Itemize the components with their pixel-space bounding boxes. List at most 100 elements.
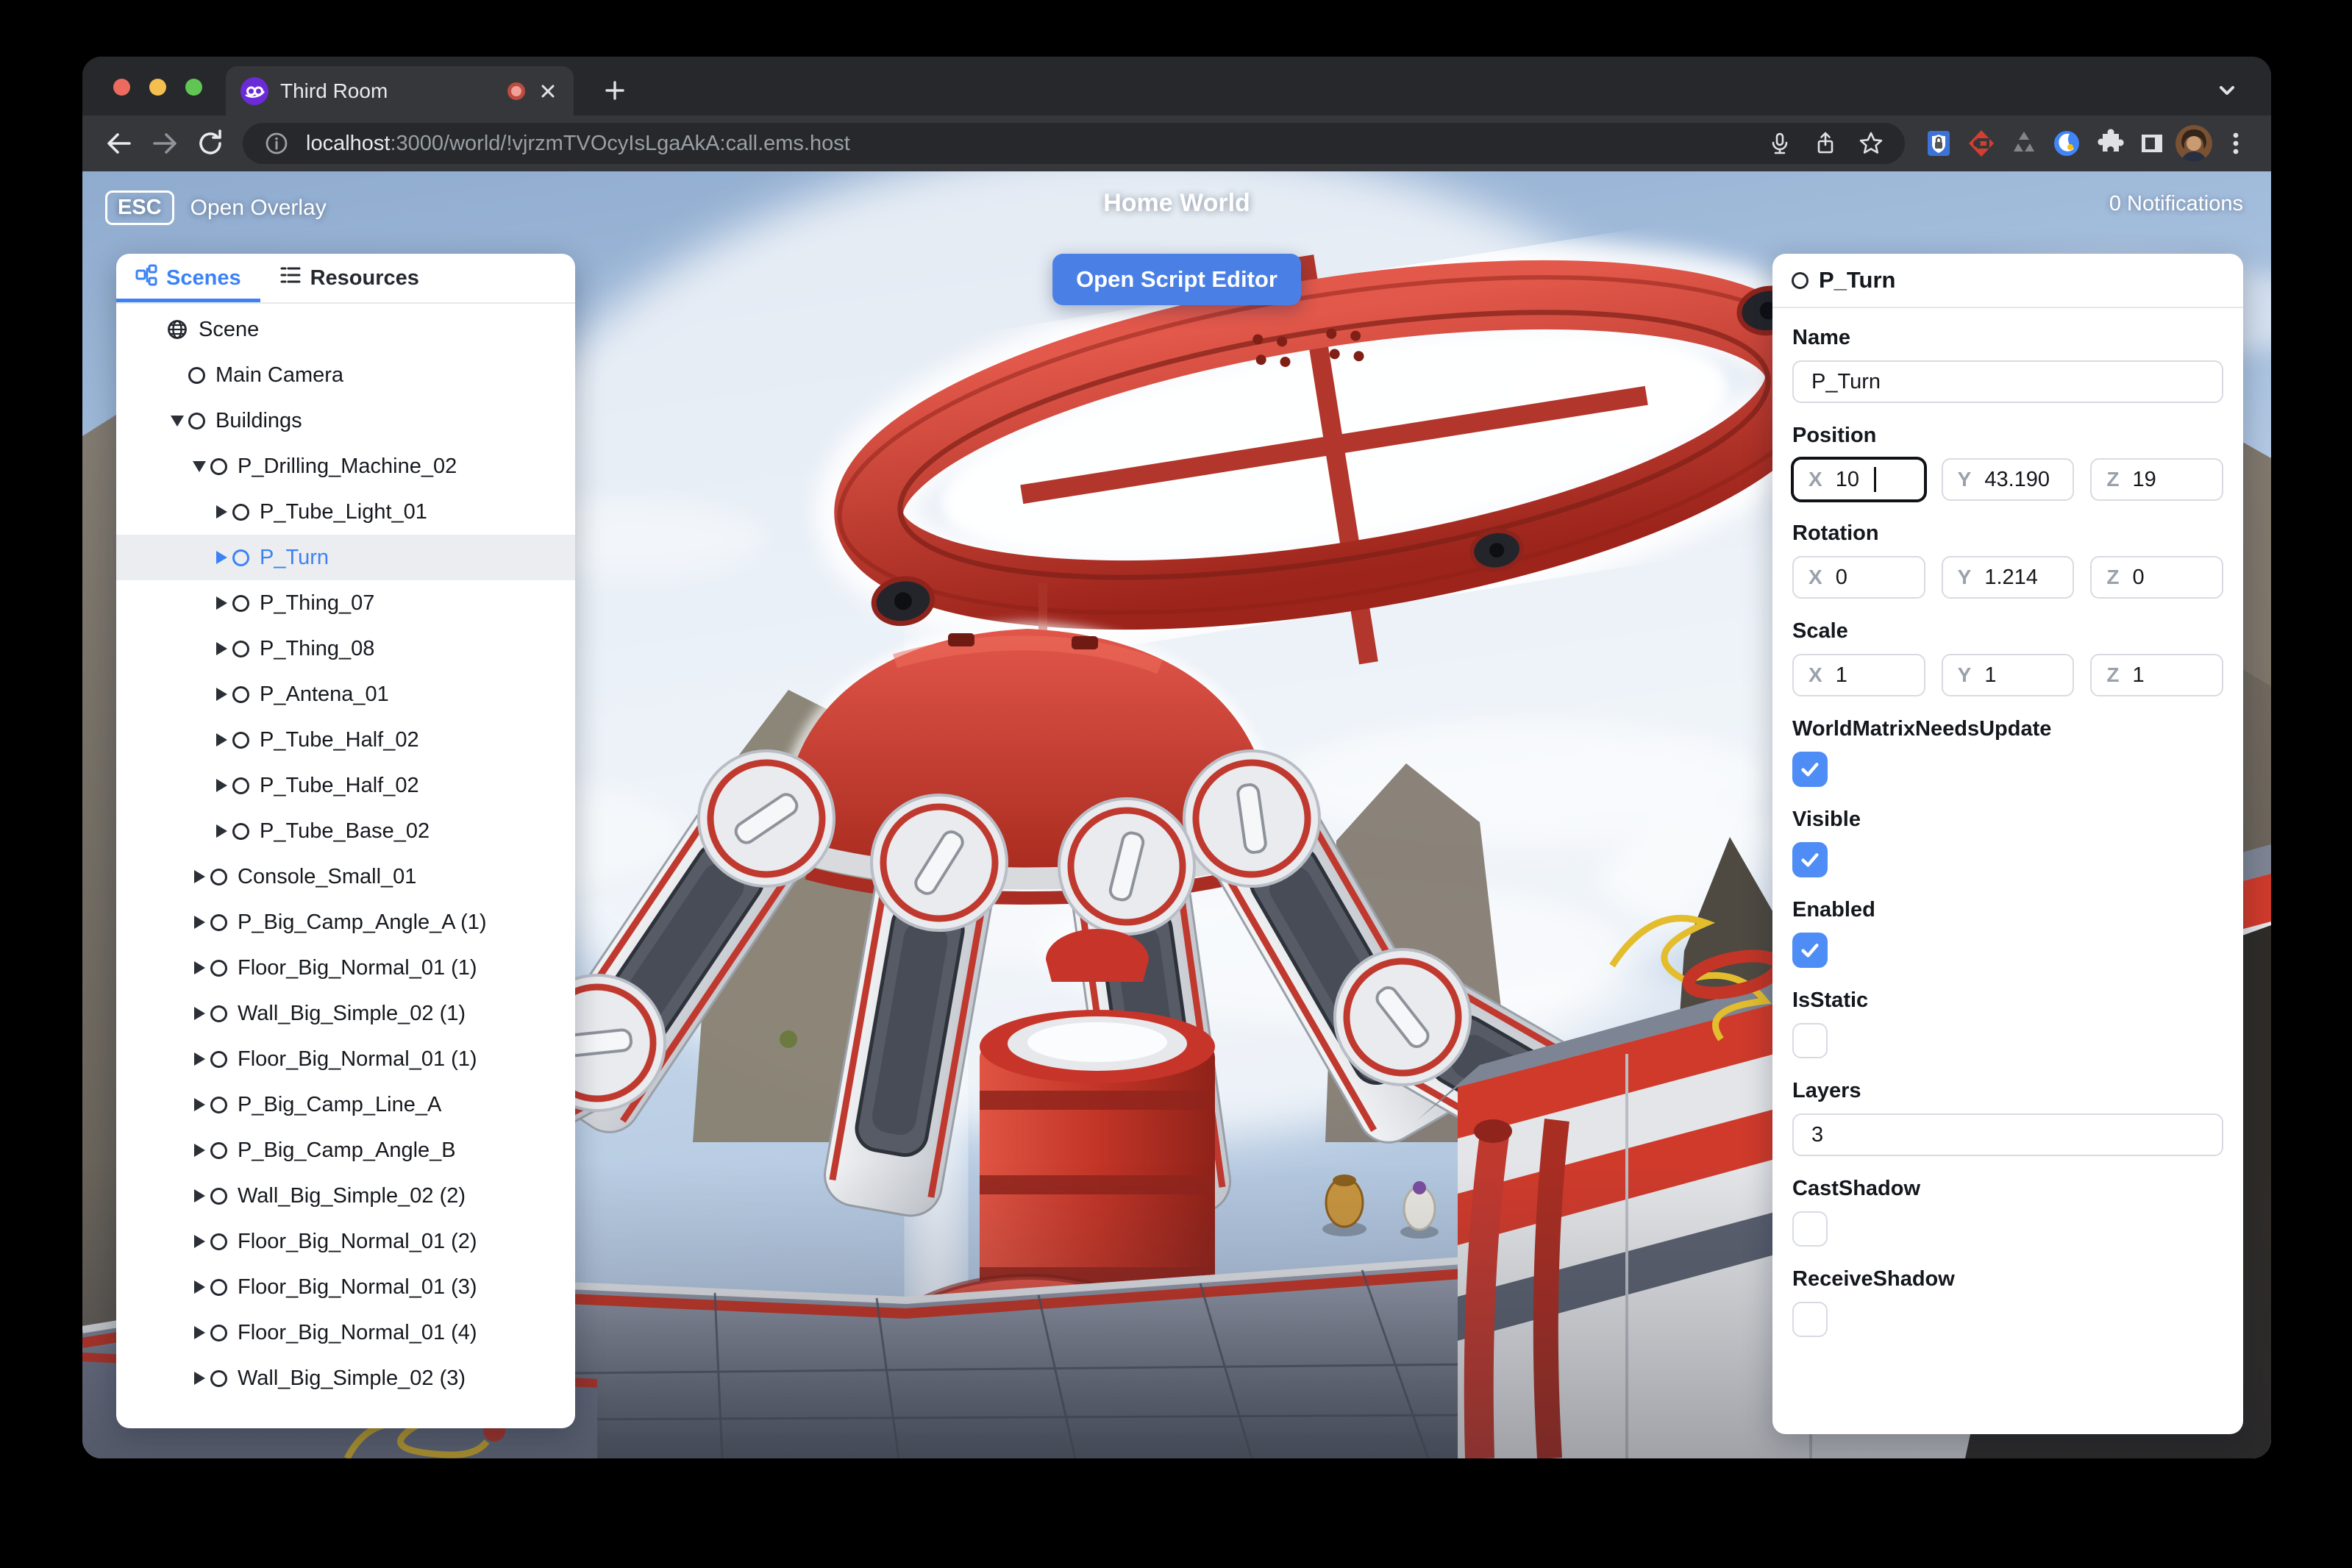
tree-item[interactable]: P_Tube_Half_02: [116, 717, 575, 763]
extensions-puzzle-icon[interactable]: [2090, 124, 2128, 163]
tree-item[interactable]: P_Thing_08: [116, 626, 575, 671]
caret-right-icon[interactable]: [210, 824, 232, 838]
tree-item[interactable]: P_Antena_01: [116, 671, 575, 717]
open-script-editor-button[interactable]: Open Script Editor: [1052, 254, 1301, 305]
bookmark-star-icon[interactable]: [1855, 127, 1887, 160]
profile-avatar[interactable]: [2175, 125, 2212, 162]
caret-right-icon[interactable]: [210, 551, 232, 564]
text-cursor: [1873, 467, 1876, 492]
scale-y-input[interactable]: Y1: [1941, 654, 2075, 696]
receive-shadow-checkbox[interactable]: [1792, 1302, 1828, 1337]
enabled-checkbox[interactable]: [1792, 933, 1828, 968]
browser-tab[interactable]: Third Room: [226, 66, 574, 115]
password-manager-extension-icon[interactable]: [1920, 124, 1958, 163]
macos-window-controls[interactable]: [113, 79, 202, 96]
tree-item-label: Floor_Big_Normal_01 (1): [238, 1047, 477, 1071]
url-text[interactable]: localhost:3000/world/!vjrzmTVOcyIsLgaAkA…: [306, 132, 1750, 156]
axis-value: 1: [1835, 663, 1847, 687]
side-panel-icon[interactable]: [2133, 124, 2171, 163]
tree-item-label: P_Thing_08: [260, 636, 375, 660]
tree-item[interactable]: Floor_Big_Normal_01 (1): [116, 945, 575, 991]
caret-right-icon[interactable]: [210, 733, 232, 746]
hierarchy-icon: [135, 264, 157, 292]
caret-right-icon[interactable]: [188, 870, 210, 883]
visible-checkbox[interactable]: [1792, 842, 1828, 877]
caret-right-icon[interactable]: [210, 688, 232, 701]
red-diamond-extension-icon[interactable]: [1962, 124, 2000, 163]
world-viewport[interactable]: ESC Open Overlay Home World 0 Notificati…: [82, 171, 2271, 1458]
caret-right-icon[interactable]: [188, 961, 210, 974]
tree-item[interactable]: Floor_Big_Normal_01 (2): [116, 1219, 575, 1264]
tree-item[interactable]: Wall_Big_Simple_02 (2): [116, 1173, 575, 1219]
cast-shadow-label: CastShadow: [1792, 1177, 1921, 1200]
tree-item[interactable]: Buildings: [116, 398, 575, 443]
tab-close-icon[interactable]: [537, 80, 559, 102]
share-icon[interactable]: [1809, 127, 1842, 160]
tree-item[interactable]: Main Camera: [116, 352, 575, 398]
tab-scenes[interactable]: Scenes: [116, 254, 260, 302]
layers-input[interactable]: 3: [1792, 1113, 2223, 1156]
caret-right-icon[interactable]: [188, 1098, 210, 1111]
caret-right-icon[interactable]: [210, 505, 232, 518]
reload-icon[interactable]: [190, 123, 231, 164]
tree-item[interactable]: P_Tube_Base_02: [116, 808, 575, 854]
rotation-x-input[interactable]: X0: [1792, 556, 1925, 599]
tree-item[interactable]: Wall_Big_Simple_02 (1): [116, 991, 575, 1036]
tree-item[interactable]: Floor_Big_Normal_01 (4): [116, 1310, 575, 1355]
caret-right-icon[interactable]: [188, 1372, 210, 1385]
caret-right-icon[interactable]: [210, 779, 232, 792]
close-window-button[interactable]: [113, 79, 130, 96]
forward-icon[interactable]: [144, 123, 185, 164]
rotation-z-input[interactable]: Z0: [2090, 556, 2224, 599]
back-icon[interactable]: [99, 123, 140, 164]
position-x-input[interactable]: X 10: [1791, 457, 1927, 502]
tab-resources[interactable]: Resources: [260, 254, 438, 302]
caret-right-icon[interactable]: [188, 1007, 210, 1020]
caret-right-icon[interactable]: [188, 1189, 210, 1202]
tree-item[interactable]: P_Drilling_Machine_02: [116, 443, 575, 489]
minimize-window-button[interactable]: [149, 79, 166, 96]
axis-value: 43.190: [1984, 467, 2050, 491]
tree-item[interactable]: P_Tube_Light_01: [116, 489, 575, 535]
scale-x-input[interactable]: X1: [1792, 654, 1925, 696]
scale-z-input[interactable]: Z1: [2090, 654, 2224, 696]
tree-item[interactable]: P_Tube_Half_02: [116, 763, 575, 808]
caret-right-icon[interactable]: [188, 1235, 210, 1248]
caret-right-icon[interactable]: [210, 596, 232, 610]
zoom-window-button[interactable]: [185, 79, 202, 96]
caret-down-icon[interactable]: [188, 460, 210, 472]
caret-right-icon[interactable]: [188, 1052, 210, 1066]
world-matrix-needs-update-checkbox[interactable]: [1792, 752, 1828, 787]
tree-item[interactable]: Floor_Big_Normal_01 (3): [116, 1264, 575, 1310]
tab-search-chevron-icon[interactable]: [2209, 73, 2245, 108]
tree-item[interactable]: P_Thing_07: [116, 580, 575, 626]
new-tab-button[interactable]: [597, 73, 632, 108]
microphone-icon[interactable]: [1764, 127, 1796, 160]
caret-right-icon[interactable]: [188, 1326, 210, 1339]
night-mode-extension-icon[interactable]: [2048, 124, 2086, 163]
tree-item[interactable]: Wall_Big_Simple_02 (3): [116, 1355, 575, 1401]
tree-item[interactable]: Floor_Big_Normal_01 (1): [116, 1036, 575, 1082]
browser-menu-kebab-icon[interactable]: [2217, 124, 2255, 163]
is-static-checkbox[interactable]: [1792, 1023, 1828, 1058]
name-input[interactable]: P_Turn: [1792, 360, 2223, 403]
caret-right-icon[interactable]: [188, 1280, 210, 1294]
caret-down-icon[interactable]: [166, 415, 188, 427]
tree-item[interactable]: P_Big_Camp_Line_A: [116, 1082, 575, 1127]
recycle-extension-icon[interactable]: [2005, 124, 2043, 163]
url-bar[interactable]: localhost:3000/world/!vjrzmTVOcyIsLgaAkA…: [243, 123, 1905, 164]
position-z-input[interactable]: Z 19: [2090, 458, 2224, 501]
tree-item[interactable]: Scene: [116, 307, 575, 352]
rotation-y-input[interactable]: Y 1.214: [1941, 556, 2075, 599]
position-y-input[interactable]: Y 43.190: [1941, 458, 2075, 501]
tree-item[interactable]: P_Turn: [116, 535, 575, 580]
cast-shadow-checkbox[interactable]: [1792, 1211, 1828, 1247]
caret-right-icon[interactable]: [188, 916, 210, 929]
tree-item[interactable]: P_Big_Camp_Angle_A (1): [116, 899, 575, 945]
notifications-status[interactable]: 0 Notifications: [2109, 192, 2243, 216]
caret-right-icon[interactable]: [188, 1144, 210, 1157]
site-info-icon[interactable]: [260, 127, 293, 160]
tree-item[interactable]: P_Big_Camp_Angle_B: [116, 1127, 575, 1173]
tree-item[interactable]: Console_Small_01: [116, 854, 575, 899]
caret-right-icon[interactable]: [210, 642, 232, 655]
